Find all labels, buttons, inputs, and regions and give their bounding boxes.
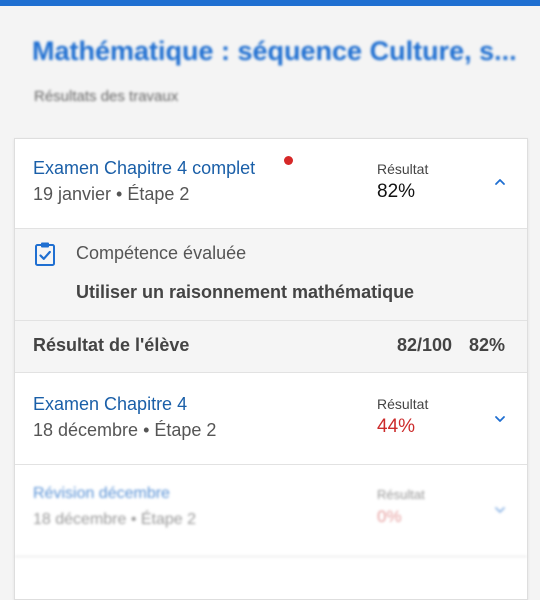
result-label: Résultat xyxy=(377,161,429,177)
clipboard-check-icon xyxy=(35,242,55,266)
result-label: Résultat xyxy=(377,487,425,502)
page-subtitle: Résultats des travaux xyxy=(34,88,179,105)
assignment-row-expanded[interactable]: Examen Chapitre 4 complet 19 janvier • É… xyxy=(15,139,527,229)
result-value: 82% xyxy=(377,181,416,202)
assignment-row[interactable]: Révision décembre 18 décembre • Étape 2 … xyxy=(15,465,527,557)
page-title: Mathématique : séquence Culture, s... xyxy=(32,36,517,66)
top-accent-bar xyxy=(0,0,540,6)
result-value: 0% xyxy=(377,507,402,526)
assignment-title[interactable]: Révision décembre xyxy=(33,485,170,503)
assignment-meta: 18 décembre • Étape 2 xyxy=(33,420,217,440)
chevron-down-icon[interactable] xyxy=(491,501,509,519)
student-percent: 82% xyxy=(469,335,506,355)
assignment-title[interactable]: Examen Chapitre 4 complet xyxy=(33,158,255,179)
chevron-up-icon[interactable] xyxy=(491,173,509,191)
assignment-meta: 19 janvier • Étape 2 xyxy=(33,184,190,204)
student-result-row: Résultat de l'élève 82/100 82% xyxy=(15,321,527,373)
student-score: 82/100 xyxy=(397,335,453,355)
result-value: 44% xyxy=(377,416,416,437)
result-label: Résultat xyxy=(377,396,429,412)
student-result-label: Résultat de l'élève xyxy=(33,335,190,355)
assignment-title[interactable]: Examen Chapitre 4 xyxy=(33,394,187,415)
new-indicator-dot xyxy=(284,156,293,165)
competency-label: Compétence évaluée xyxy=(76,243,247,263)
competency-panel: Compétence évaluée Utiliser un raisonnem… xyxy=(15,229,527,321)
results-card: Examen Chapitre 4 complet 19 janvier • É… xyxy=(14,138,528,600)
chevron-down-icon[interactable] xyxy=(491,410,509,428)
assignment-row[interactable]: Examen Chapitre 4 18 décembre • Étape 2 … xyxy=(15,373,527,465)
competency-value: Utiliser un raisonnement mathématique xyxy=(76,282,415,302)
assignment-meta: 18 décembre • Étape 2 xyxy=(33,511,197,528)
